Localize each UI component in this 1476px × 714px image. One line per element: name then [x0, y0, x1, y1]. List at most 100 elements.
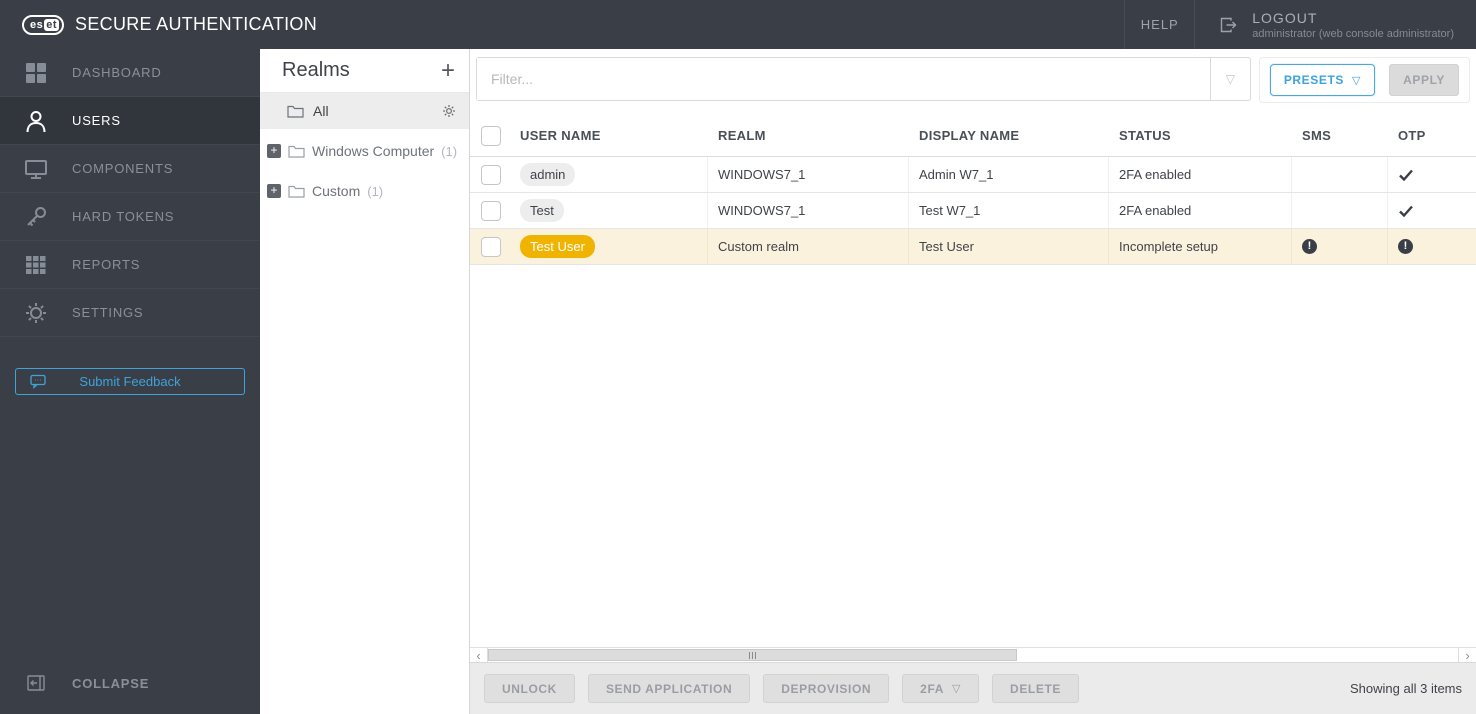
sidebar-item-label: HARD TOKENS [72, 209, 175, 224]
collapse-icon [0, 675, 72, 691]
table-row[interactable]: admin WINDOWS7_1 Admin W7_1 2FA enabled [470, 157, 1476, 193]
deprovision-label: DEPROVISION [781, 681, 872, 696]
row-checkbox[interactable] [481, 164, 501, 185]
realm-count: (1) [367, 183, 384, 199]
status-cell: 2FA enabled [1119, 203, 1192, 218]
filter-input[interactable] [477, 58, 1210, 100]
row-checkbox[interactable] [481, 200, 501, 221]
scroll-left-button[interactable]: ‹ [470, 648, 488, 663]
add-realm-button[interactable]: + [441, 58, 455, 82]
filter-dropdown-button[interactable]: ▽ [1209, 58, 1250, 100]
realm-cell: Custom realm [718, 239, 799, 254]
collapse-label: COLLAPSE [72, 675, 150, 691]
realm-item-all[interactable]: All [260, 93, 469, 129]
folder-icon [288, 144, 305, 158]
sidebar: DASHBOARD USERS COMPONENTS HARD TOKENS R… [0, 49, 260, 714]
scroll-right-button[interactable]: › [1458, 648, 1476, 663]
realms-panel: Realms + All + Windows Computer (1) + Cu… [260, 49, 470, 714]
realm-tree: + Windows Computer (1) + Custom (1) [260, 129, 469, 211]
column-header-user-name[interactable]: USER NAME [520, 128, 601, 143]
chevron-down-icon: ▽ [1352, 74, 1362, 87]
folder-icon [288, 184, 305, 198]
realms-title: Realms [282, 59, 350, 81]
sidebar-item-label: SETTINGS [72, 305, 144, 320]
table-row-highlighted[interactable]: Test User Custom realm Test User Incompl… [470, 229, 1476, 265]
column-header-display-name[interactable]: DISPLAY NAME [919, 128, 1019, 143]
display-name-cell: Admin W7_1 [919, 167, 994, 182]
gear-icon [0, 299, 72, 327]
help-label: HELP [1140, 17, 1179, 32]
sidebar-item-users[interactable]: USERS [0, 97, 260, 145]
2fa-dropdown-button[interactable]: 2FA ▽ [902, 674, 980, 703]
folder-icon [287, 104, 304, 118]
sidebar-item-components[interactable]: COMPONENTS [0, 145, 260, 193]
main-content: ▽ PRESETS ▽ APPLY USER NAME REALM DISPLA… [470, 49, 1476, 714]
scrollbar-track[interactable] [488, 648, 1458, 662]
feedback-bubble-icon [30, 374, 46, 389]
send-application-label: SEND APPLICATION [605, 681, 733, 696]
presets-button[interactable]: PRESETS ▽ [1269, 64, 1376, 96]
deprovision-button[interactable]: DEPROVISION [763, 674, 890, 703]
presets-group: PRESETS ▽ APPLY [1258, 57, 1470, 103]
column-header-sms[interactable]: SMS [1302, 128, 1331, 143]
table-header: USER NAME REALM DISPLAY NAME STATUS SMS … [470, 115, 1476, 157]
status-cell: 2FA enabled [1119, 167, 1192, 182]
sidebar-item-hard-tokens[interactable]: HARD TOKENS [0, 193, 260, 241]
horizontal-scrollbar: ‹ › [470, 647, 1476, 663]
sidebar-item-dashboard[interactable]: DASHBOARD [0, 49, 260, 97]
realm-cell: WINDOWS7_1 [718, 167, 806, 182]
dashboard-icon [0, 59, 72, 87]
key-icon [0, 203, 72, 231]
realm-settings-gear-icon[interactable] [441, 103, 457, 119]
realms-header: Realms + [260, 49, 469, 93]
eset-logo-es: es [30, 18, 44, 31]
filter-bar: ▽ PRESETS ▽ APPLY [470, 49, 1476, 115]
presets-label: PRESETS [1283, 73, 1345, 87]
check-icon [1398, 204, 1414, 218]
collapse-button[interactable]: COLLAPSE [0, 659, 260, 707]
sidebar-item-label: COMPONENTS [72, 161, 174, 176]
logout-icon [1217, 14, 1239, 36]
filter-box: ▽ [476, 57, 1251, 101]
logout-user: administrator (web console administrator… [1252, 27, 1454, 40]
expand-icon[interactable]: + [267, 144, 281, 158]
scrollbar-thumb[interactable] [488, 649, 1017, 661]
realm-count: (1) [441, 143, 458, 159]
sidebar-item-label: DASHBOARD [72, 65, 162, 80]
row-checkbox[interactable] [481, 236, 501, 257]
select-all-checkbox[interactable] [481, 125, 501, 146]
username-badge: admin [520, 163, 576, 186]
check-icon [1398, 168, 1414, 182]
eset-logo-et: et [44, 18, 60, 31]
realm-label: Windows Computer [312, 143, 435, 159]
logout-button[interactable]: LOGOUT administrator (web console admini… [1194, 0, 1476, 49]
table-row[interactable]: Test WINDOWS7_1 Test W7_1 2FA enabled [470, 193, 1476, 229]
app-title: SECURE AUTHENTICATION [75, 14, 318, 34]
sidebar-item-reports[interactable]: REPORTS [0, 241, 260, 289]
unlock-label: UNLOCK [502, 681, 557, 696]
display-name-cell: Test W7_1 [919, 203, 981, 218]
table-empty-area [470, 265, 1476, 647]
action-bar: UNLOCK SEND APPLICATION DEPROVISION 2FA … [470, 662, 1476, 714]
chevron-down-icon: ▽ [951, 683, 962, 695]
topbar-right: HELP LOGOUT administrator (web console a… [1124, 0, 1476, 49]
delete-button[interactable]: DELETE [992, 674, 1079, 703]
expand-icon[interactable]: + [267, 184, 281, 198]
realm-item-custom[interactable]: + Custom (1) [260, 171, 469, 211]
status-cell: Incomplete setup [1119, 239, 1219, 254]
column-header-realm[interactable]: REALM [718, 128, 766, 143]
realm-item-windows-computer[interactable]: + Windows Computer (1) [260, 131, 469, 171]
apply-button[interactable]: APPLY [1389, 64, 1459, 96]
send-application-button[interactable]: SEND APPLICATION [587, 674, 751, 703]
sidebar-item-settings[interactable]: SETTINGS [0, 289, 260, 337]
submit-feedback-button[interactable]: Submit Feedback [15, 368, 245, 395]
unlock-button[interactable]: UNLOCK [484, 674, 575, 703]
submit-feedback-label: Submit Feedback [79, 374, 181, 389]
help-button[interactable]: HELP [1124, 0, 1194, 49]
column-header-otp[interactable]: OTP [1398, 128, 1426, 143]
2fa-label: 2FA [920, 681, 944, 696]
brand: es et SECURE AUTHENTICATION [0, 0, 317, 49]
realm-cell: WINDOWS7_1 [718, 203, 806, 218]
column-header-status[interactable]: STATUS [1119, 128, 1171, 143]
realm-label: Custom [312, 183, 361, 199]
